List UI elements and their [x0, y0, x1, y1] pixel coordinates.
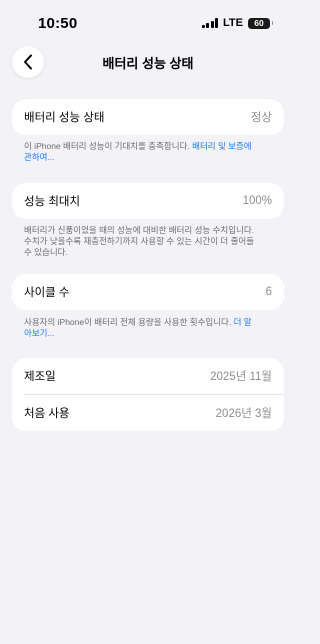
battery-health-footnote: 이 iPhone 배터리 성능이 기대치를 충족합니다. 배터리 및 보증에 관…	[24, 141, 256, 163]
battery-level: 60	[254, 18, 264, 28]
manufacture-date-label: 제조일	[24, 371, 56, 383]
battery-health-value: 정상	[250, 112, 272, 124]
battery-health-card: 배터리 성능 상태 정상	[12, 99, 284, 135]
cycle-count-label: 사이클 수	[24, 287, 70, 299]
max-capacity-label: 성능 최대치	[24, 196, 81, 208]
battery-health-footnote-text: 이 iPhone 배터리 성능이 기대치를 충족합니다.	[24, 141, 193, 151]
page-title: 배터리 성능 상태	[102, 56, 194, 71]
network-type: LTE	[223, 17, 243, 29]
cycle-count-footnote: 사용자의 iPhone이 배터리 전체 용량을 사용한 횟수입니다. 더 알아보…	[24, 317, 256, 339]
manufacture-date-value: 2025년 11월	[210, 371, 272, 383]
max-capacity-footnote: 배터리가 신품이었을 때의 성능에 대비한 배터리 성능 수치입니다. 수치가 …	[24, 225, 255, 257]
battery-health-label: 배터리 성능 상태	[24, 112, 105, 124]
battery-icon: 60	[248, 17, 273, 29]
first-use-label: 처음 사용	[24, 408, 70, 420]
cycle-count-row: 사이클 수 6	[12, 274, 284, 310]
first-use-value: 2026년 3월	[215, 408, 272, 420]
status-time: 10:50	[38, 15, 78, 32]
manufacture-date-row: 제조일 2025년 11월	[12, 358, 284, 394]
status-indicators: LTE 60	[201, 17, 273, 29]
cycle-count-card: 사이클 수 6	[12, 274, 284, 310]
max-capacity-value: 100%	[242, 195, 272, 207]
max-capacity-row: 성능 최대치 100%	[12, 183, 284, 219]
status-bar: 10:50 LTE 60	[0, 0, 296, 46]
signal-icon	[201, 18, 219, 28]
first-use-row: 처음 사용 2026년 3월	[12, 395, 284, 431]
battery-health-row: 배터리 성능 상태 정상	[12, 99, 284, 135]
max-capacity-card: 성능 최대치 100%	[12, 183, 284, 219]
cycle-count-footnote-text: 사용자의 iPhone이 배터리 전체 용량을 사용한 횟수입니다.	[24, 317, 234, 327]
dates-card: 제조일 2025년 11월 처음 사용 2026년 3월	[12, 358, 284, 431]
cycle-count-value: 6	[265, 286, 272, 298]
